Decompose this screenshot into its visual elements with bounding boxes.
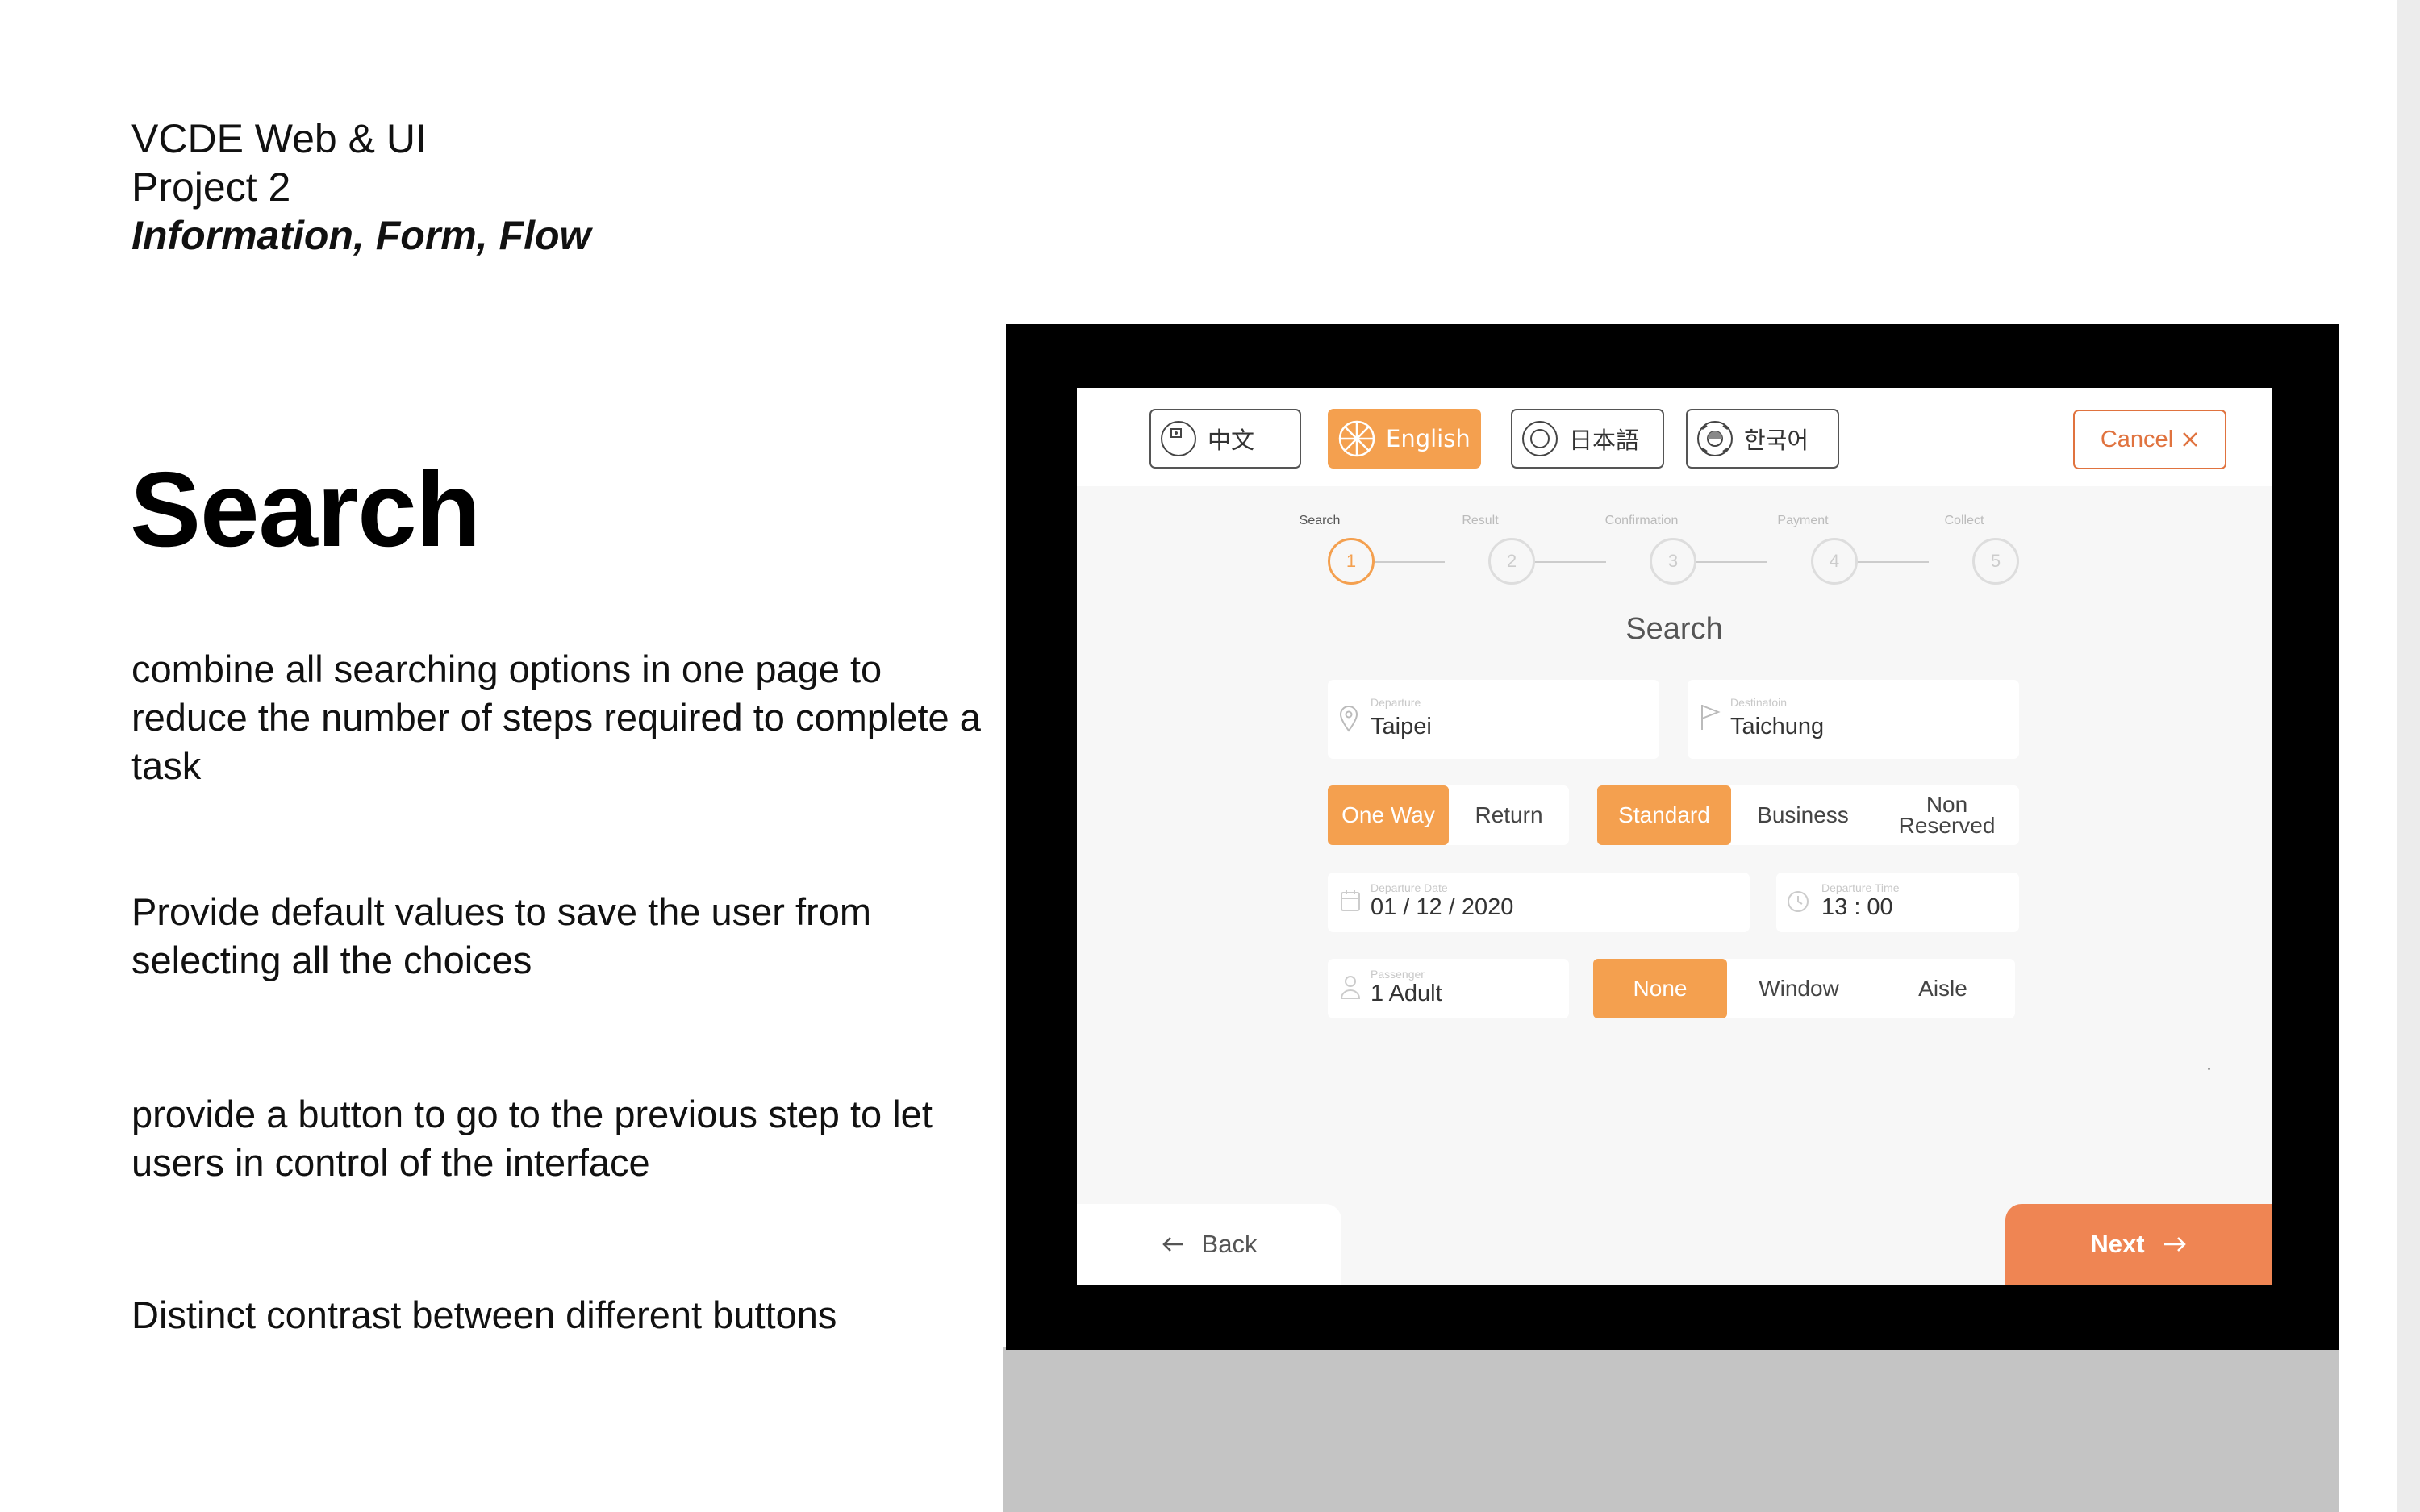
globe-icon <box>1338 420 1375 457</box>
language-label: 한국어 <box>1744 427 1809 454</box>
page-title: Search <box>1625 612 1723 646</box>
destination-value: Taichung <box>1730 714 1825 739</box>
class-non-reserved-button[interactable]: Non Reserved <box>1875 785 2019 845</box>
clock-icon <box>1788 891 1809 912</box>
trip-return-button[interactable]: Return <box>1449 785 1569 845</box>
close-icon <box>2183 432 2198 447</box>
back-button[interactable]: Back <box>1077 1204 1341 1285</box>
location-pin-icon <box>1339 706 1358 732</box>
departure-field[interactable]: Departure Taipei <box>1328 680 1659 759</box>
step-3[interactable]: 3 <box>1650 538 1696 585</box>
seat-aisle-button[interactable]: Aisle <box>1871 959 2015 1018</box>
kiosk-stand <box>1003 1347 2339 1512</box>
seat-window-button[interactable]: Window <box>1727 959 1871 1018</box>
slide-heading: Search <box>130 450 481 569</box>
departure-value: Taipei <box>1371 714 1432 739</box>
seat-preference-group: None Window Aisle <box>1593 959 2015 1018</box>
departure-time-field[interactable]: Departure Time 13 : 00 <box>1776 873 2019 932</box>
step-4[interactable]: 4 <box>1811 538 1858 585</box>
flag-icon <box>1701 705 1721 730</box>
course-line-2: Project 2 <box>131 165 291 210</box>
slide-edge <box>2397 0 2420 1512</box>
trip-one-way-button[interactable]: One Way <box>1328 785 1449 845</box>
departure-date-value: 01 / 12 / 2020 <box>1371 894 1514 920</box>
language-label: English <box>1386 425 1471 452</box>
decorative-dot <box>2208 1068 2210 1070</box>
step-label-search: Search <box>1299 514 1341 527</box>
step-1[interactable]: 1 <box>1328 538 1375 585</box>
step-label-result: Result <box>1462 514 1499 527</box>
car-class-group: Standard Business Non Reserved <box>1597 785 2019 845</box>
japan-flag-icon <box>1522 421 1558 456</box>
note-3: provide a button to go to the previous s… <box>131 1093 933 1184</box>
language-bar: 中文 English 日本語 한국어 Cancel <box>1077 388 2272 486</box>
course-line-3: Information, Form, Flow <box>131 213 591 258</box>
departure-time-label: Departure Time <box>1821 881 1900 894</box>
globe-asia-icon <box>1161 421 1196 456</box>
class-business-button[interactable]: Business <box>1731 785 1875 845</box>
language-label: 日本語 <box>1569 427 1640 454</box>
note-4: Distinct contrast between different butt… <box>131 1293 837 1336</box>
arrow-right-icon <box>2163 1237 2186 1252</box>
step-label-payment: Payment <box>1777 514 1829 527</box>
next-label: Next <box>2090 1230 2145 1258</box>
note-1: combine all searching options in one pag… <box>131 648 981 787</box>
kiosk-screen: 中文 English 日本語 한국어 Cancel Search Result … <box>1077 388 2272 1285</box>
departure-label: Departure <box>1371 696 1421 709</box>
cancel-label: Cancel <box>2100 426 2174 452</box>
language-button-chinese[interactable]: 中文 <box>1150 409 1301 469</box>
departure-date-field[interactable]: Departure Date 01 / 12 / 2020 <box>1328 873 1750 932</box>
step-2[interactable]: 2 <box>1488 538 1535 585</box>
course-title: VCDE Web & UI Project 2 Information, For… <box>131 115 590 260</box>
next-button[interactable]: Next <box>2005 1204 2272 1285</box>
back-label: Back <box>1201 1230 1258 1258</box>
class-standard-button[interactable]: Standard <box>1597 785 1731 845</box>
korea-flag-icon <box>1697 421 1733 456</box>
language-button-english[interactable]: English <box>1328 409 1481 469</box>
language-button-japanese[interactable]: 日本語 <box>1511 409 1664 469</box>
step-5[interactable]: 5 <box>1972 538 2019 585</box>
seat-none-button[interactable]: None <box>1593 959 1727 1018</box>
language-button-korean[interactable]: 한국어 <box>1686 409 1839 469</box>
passenger-value: 1 Adult <box>1371 981 1442 1006</box>
destination-label: Destinatoin <box>1730 696 1788 709</box>
departure-date-label: Departure Date <box>1371 881 1448 894</box>
person-icon <box>1340 976 1361 999</box>
passenger-field[interactable]: Passenger 1 Adult <box>1328 959 1569 1018</box>
language-label: 中文 <box>1208 427 1255 454</box>
cancel-button[interactable]: Cancel <box>2073 410 2226 469</box>
note-2: Provide default values to save the user … <box>131 890 871 981</box>
passenger-label: Passenger <box>1371 968 1425 981</box>
departure-time-value: 13 : 00 <box>1821 894 1893 920</box>
step-label-confirmation: Confirmation <box>1604 514 1679 527</box>
trip-type-group: One Way Return <box>1328 785 1569 845</box>
step-label-collect: Collect <box>1944 514 1984 527</box>
arrow-left-icon <box>1162 1237 1183 1252</box>
destination-field[interactable]: Destinatoin Taichung <box>1688 680 2019 759</box>
course-line-1: VCDE Web & UI <box>131 116 427 161</box>
calendar-icon <box>1341 890 1360 911</box>
